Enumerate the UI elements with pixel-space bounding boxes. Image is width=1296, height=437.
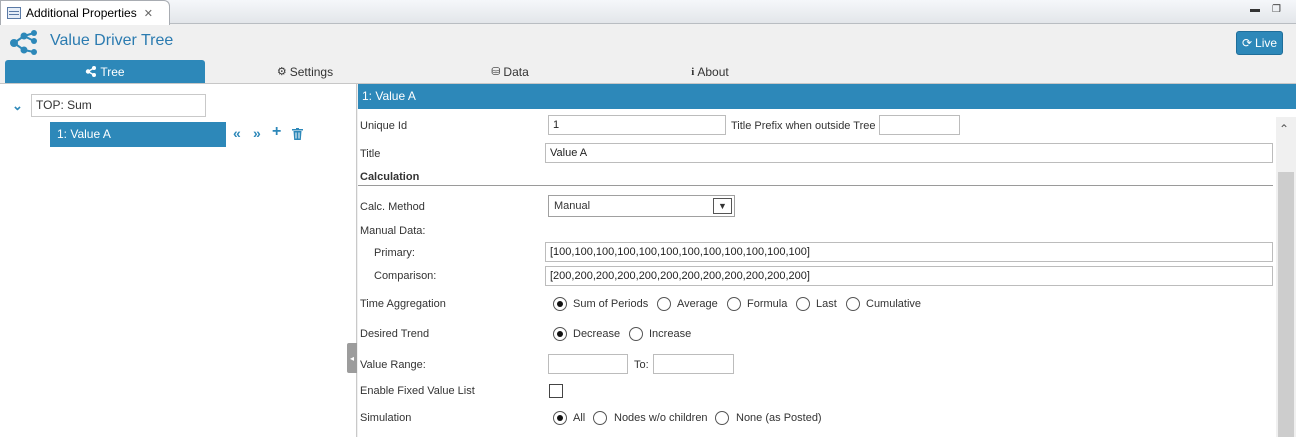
move-right-icon[interactable]: »	[253, 125, 261, 141]
tab-settings[interactable]: ⚙ Settings	[250, 60, 360, 83]
live-button[interactable]: ⟳ Live	[1236, 31, 1283, 55]
tab-data-label: Data	[503, 64, 529, 79]
radio-none-as-posted[interactable]	[715, 411, 729, 425]
share-icon	[86, 66, 97, 77]
tab-about-label: About	[697, 64, 729, 79]
gear-icon: ⚙	[276, 66, 287, 78]
radio-last-label: Last	[816, 298, 837, 310]
window-tab-title: Additional Properties	[26, 6, 137, 20]
primary-input[interactable]: [100,100,100,100,100,100,100,100,100,100…	[545, 242, 1273, 262]
calculation-divider	[358, 185, 1273, 186]
restore-icon[interactable]: ❐	[1272, 4, 1281, 15]
radio-none-as-posted-label: None (as Posted)	[736, 412, 822, 424]
app-header: Value Driver Tree ⟳ Live	[0, 25, 1296, 60]
app-title: Value Driver Tree	[50, 32, 174, 49]
nav-tabs: Tree ⚙ Settings ⛁ Data i About	[0, 60, 1296, 83]
value-range-from-input[interactable]	[548, 354, 628, 374]
title-prefix-input[interactable]	[879, 115, 960, 135]
radio-sum-of-periods[interactable]	[553, 297, 567, 311]
close-tab-icon[interactable]: ✕	[144, 7, 153, 20]
simulation-label: Simulation	[360, 412, 412, 424]
trash-icon[interactable]	[292, 128, 303, 140]
radio-increase[interactable]	[629, 327, 643, 341]
radio-average-label: Average	[677, 298, 718, 310]
title-label: Title	[360, 148, 381, 160]
unique-id-label: Unique Id	[360, 120, 408, 132]
primary-label: Primary:	[374, 247, 415, 259]
radio-formula-label: Formula	[747, 298, 788, 310]
tab-about[interactable]: i About	[660, 60, 760, 83]
desired-trend-label: Desired Trend	[360, 328, 430, 340]
time-aggregation-label: Time Aggregation	[360, 298, 446, 310]
radio-nodes-without-children-label: Nodes w/o children	[614, 412, 708, 424]
radio-last[interactable]	[796, 297, 810, 311]
radio-decrease-label: Decrease	[573, 328, 621, 340]
database-icon: ⛁	[491, 66, 501, 78]
radio-average[interactable]	[657, 297, 671, 311]
title-input[interactable]: Value A	[545, 143, 1273, 163]
calc-method-label: Calc. Method	[360, 201, 425, 213]
radio-decrease[interactable]	[553, 327, 567, 341]
pane-collapse-handle[interactable]: ◂	[347, 343, 357, 373]
form-scrollbar[interactable]: ⌃	[1276, 117, 1296, 437]
fixed-value-list-label: Enable Fixed Value List	[360, 385, 475, 397]
radio-increase-label: Increase	[649, 328, 692, 340]
value-range-to-input[interactable]	[653, 354, 734, 374]
value-range-to-label: To:	[634, 359, 649, 371]
comparison-label: Comparison:	[374, 270, 437, 282]
tab-tree-label: Tree	[100, 64, 125, 79]
calculation-heading: Calculation	[360, 171, 420, 183]
properties-view-icon	[7, 7, 21, 19]
manual-data-label: Manual Data:	[360, 225, 426, 237]
radio-nodes-without-children[interactable]	[593, 411, 607, 425]
info-icon: i	[691, 65, 695, 78]
minimize-icon[interactable]: ▬	[1250, 4, 1260, 15]
calc-method-value: Manual	[554, 200, 591, 212]
value-driver-tree-icon	[10, 30, 37, 55]
tree-pane: ⌄ TOP: Sum 1: Value A « » +	[0, 84, 357, 437]
tab-settings-label: Settings	[289, 64, 334, 79]
window-tab-bar: Additional Properties ✕ ▬ ❐	[0, 0, 1296, 25]
radio-simulation-all-label: All	[573, 412, 586, 424]
tree-root-node[interactable]: TOP: Sum	[31, 94, 206, 117]
value-range-label: Value Range:	[360, 359, 426, 371]
fixed-value-list-checkbox[interactable]	[549, 384, 563, 398]
add-icon[interactable]: +	[272, 123, 281, 141]
chevron-down-icon: ▼	[713, 198, 732, 214]
tree-child-node-selected[interactable]: 1: Value A	[50, 122, 226, 147]
window-tab-additional-properties[interactable]: Additional Properties ✕	[0, 0, 170, 25]
tab-data[interactable]: ⛁ Data	[460, 60, 560, 83]
radio-sum-of-periods-label: Sum of Periods	[573, 298, 649, 310]
move-left-icon[interactable]: «	[233, 125, 241, 141]
radio-simulation-all[interactable]	[553, 411, 567, 425]
properties-form: 1: Value A Unique Id 1 Title Prefix when…	[358, 84, 1296, 437]
tab-tree[interactable]: Tree	[5, 60, 205, 83]
unique-id-input[interactable]: 1	[548, 115, 726, 135]
comparison-input[interactable]: [200,200,200,200,200,200,200,200,200,200…	[545, 266, 1273, 286]
refresh-icon: ⟳	[1241, 36, 1253, 50]
radio-cumulative-label: Cumulative	[866, 298, 922, 310]
title-prefix-label: Title Prefix when outside Tree	[731, 120, 876, 132]
calc-method-select[interactable]: Manual ▼	[548, 195, 735, 217]
form-header: 1: Value A	[358, 84, 1296, 109]
scroll-up-icon[interactable]: ⌃	[1279, 122, 1289, 136]
scrollbar-thumb[interactable]	[1278, 172, 1294, 437]
radio-formula[interactable]	[727, 297, 741, 311]
chevron-down-icon[interactable]: ⌄	[12, 98, 23, 114]
radio-cumulative[interactable]	[846, 297, 860, 311]
live-button-label: Live	[1255, 36, 1278, 50]
